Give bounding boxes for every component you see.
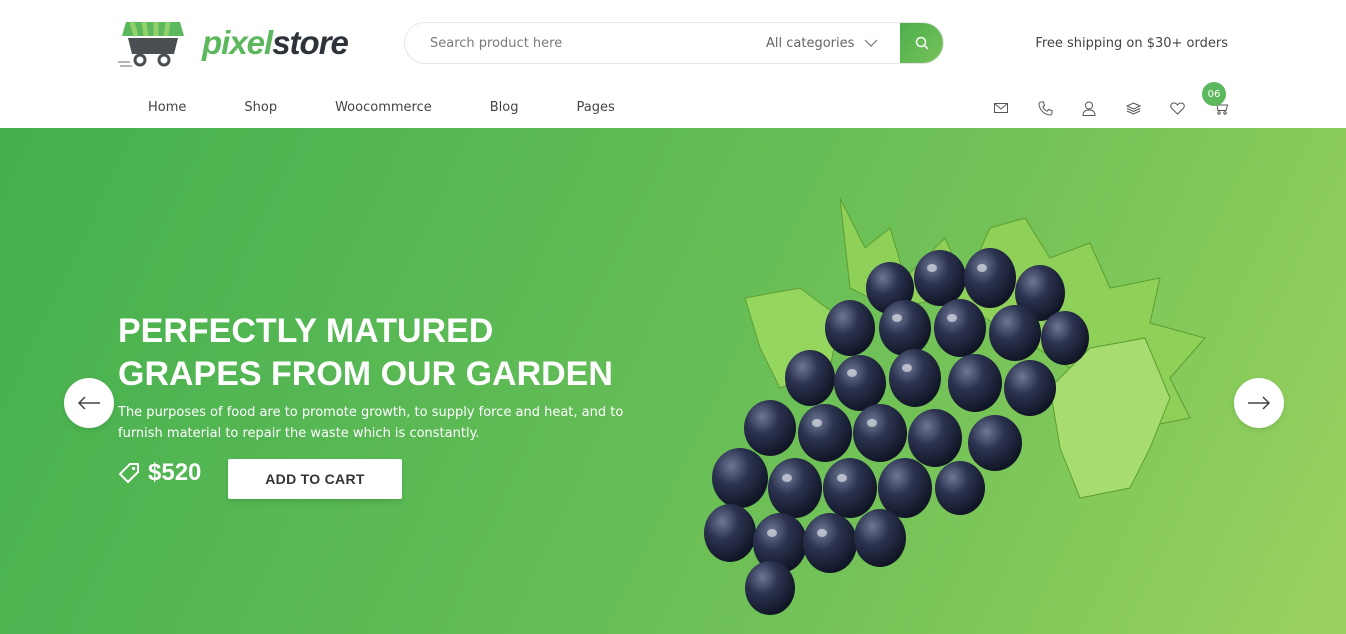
- shop-cart-logo-icon: [118, 21, 184, 67]
- main-nav: Home Shop Woocommerce Blog Pages: [148, 100, 673, 115]
- nav-pages[interactable]: Pages: [576, 100, 614, 115]
- phone-icon[interactable]: [1037, 100, 1053, 116]
- site-header: pixelstore All categories Free shipping …: [0, 0, 1346, 128]
- chevron-down-icon: [864, 39, 878, 47]
- arrow-left-icon: [77, 396, 100, 410]
- heart-icon[interactable]: [1169, 100, 1185, 116]
- arrow-right-icon: [1248, 396, 1271, 410]
- price-tag-icon: [119, 463, 139, 483]
- mail-icon[interactable]: [993, 100, 1009, 116]
- header-icons: 06: [993, 82, 1229, 116]
- price-row: $520: [118, 459, 201, 487]
- hero-description-line1: The purposes of food are to promote grow…: [118, 405, 624, 420]
- search-bar: All categories: [404, 22, 944, 64]
- grapes-product-image: [704, 197, 1206, 615]
- shipping-notice: Free shipping on $30+ orders: [1035, 36, 1228, 51]
- hero-description: The purposes of food are to promote grow…: [118, 402, 638, 444]
- search-input[interactable]: [405, 23, 745, 63]
- product-price: $520: [148, 459, 202, 486]
- prev-slide-button[interactable]: [64, 378, 114, 428]
- category-label: All categories: [766, 35, 855, 51]
- layers-icon[interactable]: [1125, 100, 1141, 116]
- search-icon: [915, 36, 929, 50]
- hero-description-line2: furnish material to repair the waste whi…: [118, 426, 480, 441]
- nav-blog[interactable]: Blog: [490, 100, 519, 115]
- logo-text: pixelstore: [202, 23, 349, 61]
- hero-slider: PERFECTLY MATURED GRAPES FROM OUR GARDEN…: [0, 128, 1346, 634]
- hero-headline: PERFECTLY MATURED GRAPES FROM OUR GARDEN: [118, 310, 678, 396]
- nav-shop[interactable]: Shop: [244, 100, 277, 115]
- hero-headline-line2: GRAPES FROM OUR GARDEN: [118, 355, 613, 393]
- hero-headline-line1: PERFECTLY MATURED: [118, 312, 494, 350]
- cart-count-badge: 06: [1202, 82, 1226, 106]
- search-button[interactable]: [900, 23, 943, 63]
- next-slide-button[interactable]: [1234, 378, 1284, 428]
- nav-woocommerce[interactable]: Woocommerce: [335, 100, 432, 115]
- category-select[interactable]: All categories: [766, 23, 878, 63]
- logo[interactable]: pixelstore: [118, 16, 349, 68]
- add-to-cart-button[interactable]: ADD TO CART: [228, 459, 402, 499]
- cart-button[interactable]: 06: [1202, 82, 1229, 116]
- nav-home[interactable]: Home: [148, 100, 186, 115]
- user-icon[interactable]: [1081, 100, 1097, 116]
